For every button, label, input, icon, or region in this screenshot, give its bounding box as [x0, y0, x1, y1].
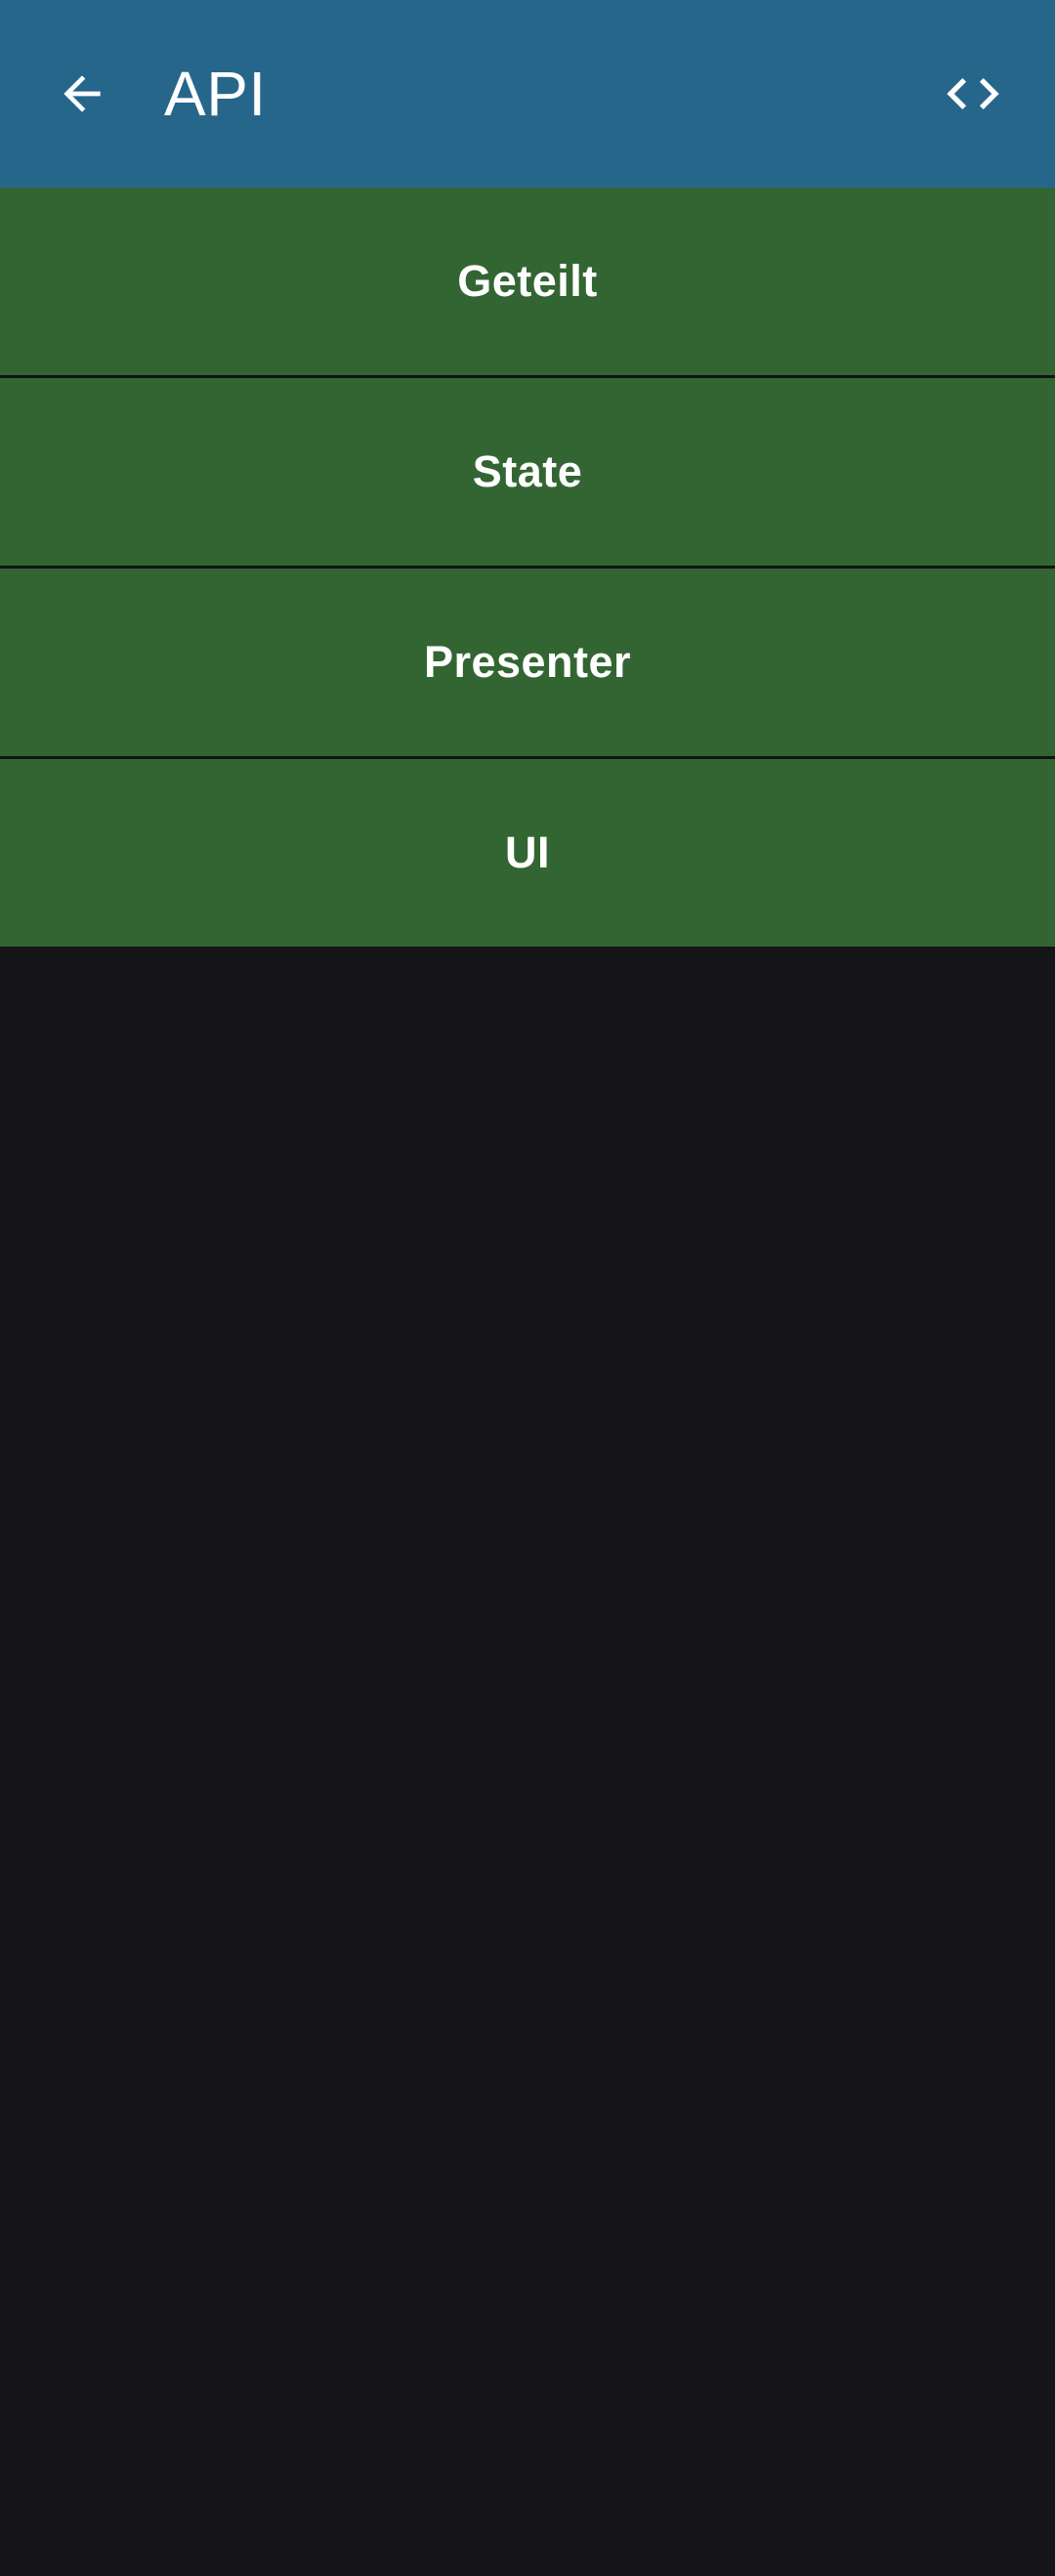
top-app-bar: API [0, 0, 1055, 188]
code-button[interactable] [924, 45, 1022, 143]
code-icon [947, 78, 999, 109]
list-item-label: State [472, 446, 583, 496]
list-item-label: Geteilt [457, 256, 598, 306]
list-item-geteilt[interactable]: Geteilt [0, 188, 1055, 378]
list-item-ui[interactable]: UI [0, 759, 1055, 947]
arrow-left-icon [63, 75, 101, 112]
list-item-label: Presenter [423, 637, 632, 687]
page-title: API [164, 59, 267, 129]
app-screen: API Geteilt State Presenter UI [0, 0, 1055, 2576]
back-button[interactable] [33, 45, 131, 143]
list-item-presenter[interactable]: Presenter [0, 569, 1055, 759]
api-section-list: Geteilt State Presenter UI [0, 188, 1055, 947]
list-item-label: UI [505, 827, 550, 877]
list-item-state[interactable]: State [0, 378, 1055, 569]
